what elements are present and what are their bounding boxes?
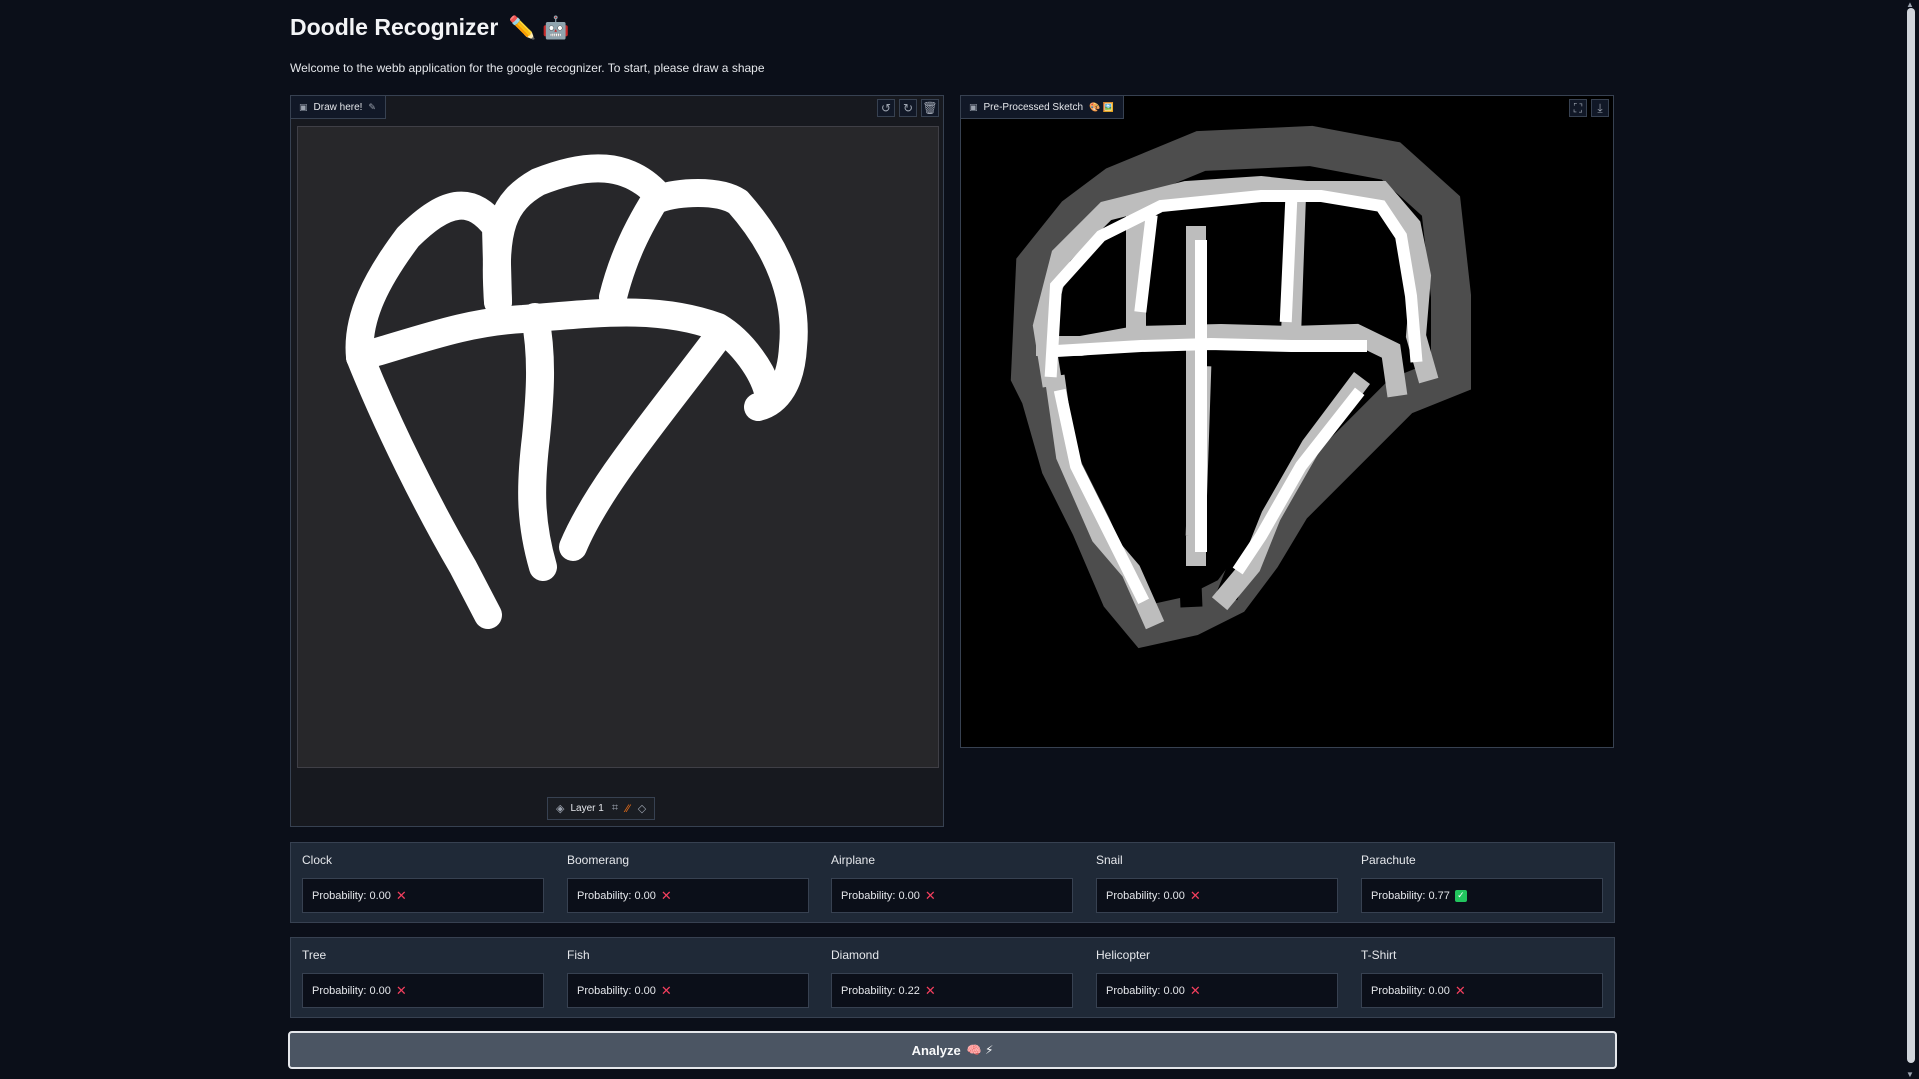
preprocessed-toolbar: ⛶ ⤓ [1569, 99, 1609, 117]
result-text: Probability: 0.00 [1106, 984, 1185, 997]
stroke-middle-canopy [482, 154, 672, 316]
result-value: Probability: 0.00 ✕ [1096, 973, 1338, 1008]
trash-icon[interactable]: 🗑 [921, 99, 939, 117]
page-title: Doodle Recognizer ✏️ 🤖 [290, 14, 570, 41]
result-text: Probability: 0.00 [1106, 889, 1185, 902]
result-value: Probability: 0.00 ✕ [302, 973, 544, 1008]
result-text: Probability: 0.00 [312, 984, 391, 997]
result-value: Probability: 0.22 ✕ [831, 973, 1073, 1008]
result-text: Probability: 0.00 [841, 889, 920, 902]
stroke-middle-cord [518, 303, 557, 581]
page-subtitle: Welcome to the webb application for the … [290, 61, 765, 75]
eraser-icon[interactable]: ◇ [638, 802, 646, 815]
result-text: Probability: 0.22 [841, 984, 920, 997]
download-icon[interactable]: ⤓ [1591, 99, 1609, 117]
layer-label: Layer 1 [570, 803, 604, 814]
preprocessed-image [1010, 125, 1471, 649]
result-airplane: Airplane Probability: 0.00 ✕ [820, 843, 1073, 922]
result-text: Probability: 0.00 [1371, 984, 1450, 997]
result-text: Probability: 0.00 [577, 889, 656, 902]
crop-icon[interactable]: ⌗ [612, 802, 618, 815]
result-label: Airplane [831, 853, 876, 867]
result-text: Probability: 0.00 [577, 984, 656, 997]
layer-button[interactable]: ◈ Layer 1 [556, 802, 604, 815]
cross-icon: ✕ [660, 982, 672, 998]
fullscreen-icon[interactable]: ⛶ [1569, 99, 1587, 117]
layers-icon: ◈ [556, 803, 565, 815]
analyze-label: Analyze [911, 1042, 961, 1058]
result-value: Probability: 0.00 ✕ [567, 878, 809, 913]
result-label: Clock [302, 853, 333, 867]
drawing-strokes [345, 154, 808, 629]
cross-icon: ✕ [395, 982, 407, 998]
analyze-button[interactable]: Analyze 🧠 ⚡ [288, 1031, 1617, 1069]
result-label: Diamond [831, 948, 880, 962]
result-label: Helicopter [1096, 948, 1151, 962]
sketchpad-label: ▣ Draw here! ✎ [291, 96, 386, 119]
cross-icon: ✕ [1454, 982, 1466, 998]
preprocessed-panel: ▣ Pre-Processed Sketch 🎨 🖼️ ⛶ ⤓ [960, 95, 1614, 748]
cross-icon: ✕ [395, 887, 407, 903]
cross-icon: ✕ [1189, 982, 1201, 998]
results-row-2: Tree Probability: 0.00 ✕ Fish Probability… [290, 937, 1615, 1018]
sketchpad-label-text: Draw here! [313, 101, 363, 113]
result-label: Boomerang [567, 853, 630, 867]
result-parachute: Parachute Probability: 0.77 ✓ [1350, 843, 1603, 922]
result-fish: Fish Probability: 0.00 ✕ [556, 938, 809, 1017]
brush-tool-icon[interactable]: ⁄⁄ [626, 803, 630, 815]
check-icon: ✓ [1454, 889, 1467, 902]
brush-icon: ✎ [368, 101, 376, 112]
cross-icon: ✕ [660, 887, 672, 903]
results-row-1: Clock Probability: 0.00 ✕ Boomerang Proba… [290, 842, 1615, 923]
preprocessed-label-text: Pre-Processed Sketch [983, 101, 1084, 113]
result-label: Tree [302, 948, 327, 962]
result-snail: Snail Probability: 0.00 ✕ [1085, 843, 1338, 922]
result-value: Probability: 0.00 ✕ [302, 878, 544, 913]
scrollbar-thumb[interactable] [1907, 8, 1915, 1063]
result-value: Probability: 0.00 ✕ [1361, 973, 1603, 1008]
result-label: Parachute [1361, 853, 1416, 867]
image-icon: ▣ [969, 101, 978, 112]
cross-icon: ✕ [924, 887, 936, 903]
sketchpad-panel: ▣ Draw here! ✎ ↺ ↻ 🗑 ◈ Layer 1 ⌗ ⁄⁄ ◇ [290, 95, 944, 827]
pixelated-sketch [1010, 125, 1471, 649]
result-clock: Clock Probability: 0.00 ✕ [291, 843, 544, 922]
result-value: Probability: 0.00 ✕ [1096, 878, 1338, 913]
result-tree: Tree Probability: 0.00 ✕ [291, 938, 544, 1017]
result-label: Fish [567, 948, 590, 962]
cross-icon: ✕ [924, 982, 936, 998]
result-text: Probability: 0.00 [312, 889, 391, 902]
preprocessed-label-emoji: 🎨 🖼️ [1089, 101, 1114, 112]
stroke-left-cord [346, 343, 502, 629]
image-icon: ▣ [299, 101, 308, 112]
result-text: Probability: 0.77 [1371, 889, 1450, 902]
analyze-emoji: 🧠 ⚡ [966, 1043, 994, 1057]
result-boomerang: Boomerang Probability: 0.00 ✕ [556, 843, 809, 922]
title-emoji: ✏️ 🤖 [508, 15, 570, 40]
result-value: Probability: 0.77 ✓ [1361, 878, 1603, 913]
stroke-right-cord [559, 323, 732, 561]
title-text: Doodle Recognizer [290, 14, 499, 40]
result-t-shirt: T-Shirt Probability: 0.00 ✕ [1350, 938, 1603, 1017]
result-value: Probability: 0.00 ✕ [831, 878, 1073, 913]
result-diamond: Diamond Probability: 0.22 ✕ [820, 938, 1073, 1017]
redo-icon[interactable]: ↻ [899, 99, 917, 117]
scroll-down-icon[interactable]: ▼ [1906, 1070, 1914, 1079]
result-label: T-Shirt [1361, 948, 1397, 962]
sketchpad-toolbar: ↺ ↻ 🗑 [877, 99, 939, 117]
layer-toolbar: ◈ Layer 1 ⌗ ⁄⁄ ◇ [547, 797, 656, 820]
cross-icon: ✕ [1189, 887, 1201, 903]
page-scrollbar[interactable]: ▲ ▼ [1903, 0, 1919, 1079]
result-label: Snail [1096, 853, 1123, 867]
result-helicopter: Helicopter Probability: 0.00 ✕ [1085, 938, 1338, 1017]
preprocessed-label: ▣ Pre-Processed Sketch 🎨 🖼️ [961, 96, 1124, 119]
drawing-canvas[interactable] [297, 126, 939, 768]
undo-icon[interactable]: ↺ [877, 99, 895, 117]
result-value: Probability: 0.00 ✕ [567, 973, 809, 1008]
